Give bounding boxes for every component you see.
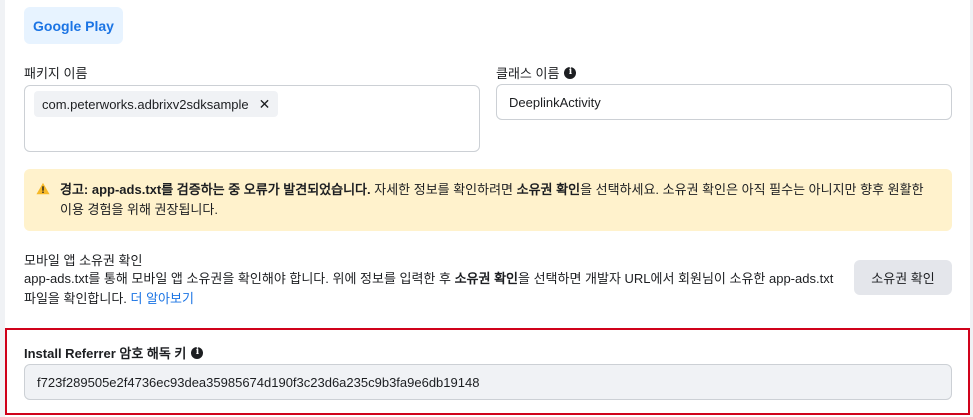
class-name-label-text: 클래스 이름 [496, 66, 560, 81]
google-play-tab-button[interactable]: Google Play [24, 7, 123, 44]
ownership-desc-bold: 소유권 확인 [454, 271, 518, 286]
ownership-desc-1: app-ads.txt를 통해 모바일 앱 소유권을 확인해야 합니다. 위에 … [24, 271, 455, 286]
info-icon[interactable]: i [564, 66, 577, 79]
ownership-title: 모바일 앱 소유권 확인 [24, 253, 143, 268]
package-name-field[interactable]: com.peterworks.adbrixv2sdksample ✕ [24, 85, 480, 152]
package-name-label: 패키지 이름 [24, 63, 87, 82]
package-chip: com.peterworks.adbrixv2sdksample ✕ [34, 91, 279, 117]
package-name-label-text: 패키지 이름 [24, 66, 88, 81]
warning-text-1: 자세한 정보를 확인하려면 [370, 182, 517, 197]
warning-bold-mid: 소유권 확인 [516, 182, 581, 197]
warning-bold-text: 경고: app-ads.txt를 검증하는 중 오류가 발견되었습니다. [60, 182, 371, 197]
warning-banner: 경고: app-ads.txt를 검증하는 중 오류가 발견되었습니다. 자세한… [24, 169, 952, 231]
ownership-description: app-ads.txt를 통해 모바일 앱 소유권을 확인해야 합니다. 위에 … [24, 269, 834, 309]
class-name-value: DeeplinkActivity [509, 94, 601, 110]
class-name-input[interactable]: DeeplinkActivity [496, 84, 952, 120]
warning-icon [36, 182, 50, 195]
install-referrer-key-value: f723f289505e2f4736ec93dea35985674d190f3c… [37, 374, 480, 390]
package-chip-text: com.peterworks.adbrixv2sdksample [42, 96, 249, 112]
info-icon[interactable]: i [191, 346, 204, 359]
verify-ownership-button[interactable]: 소유권 확인 [854, 260, 952, 295]
install-referrer-label: Install Referrer 암호 해독 키 i [24, 343, 204, 362]
learn-more-link[interactable]: 더 알아보기 [131, 291, 194, 306]
install-referrer-key-field[interactable]: f723f289505e2f4736ec93dea35985674d190f3c… [24, 364, 952, 400]
install-referrer-label-text: Install Referrer 암호 해독 키 [24, 346, 187, 361]
chip-remove-icon[interactable]: ✕ [259, 97, 271, 111]
class-name-label: 클래스 이름 i [496, 63, 577, 82]
